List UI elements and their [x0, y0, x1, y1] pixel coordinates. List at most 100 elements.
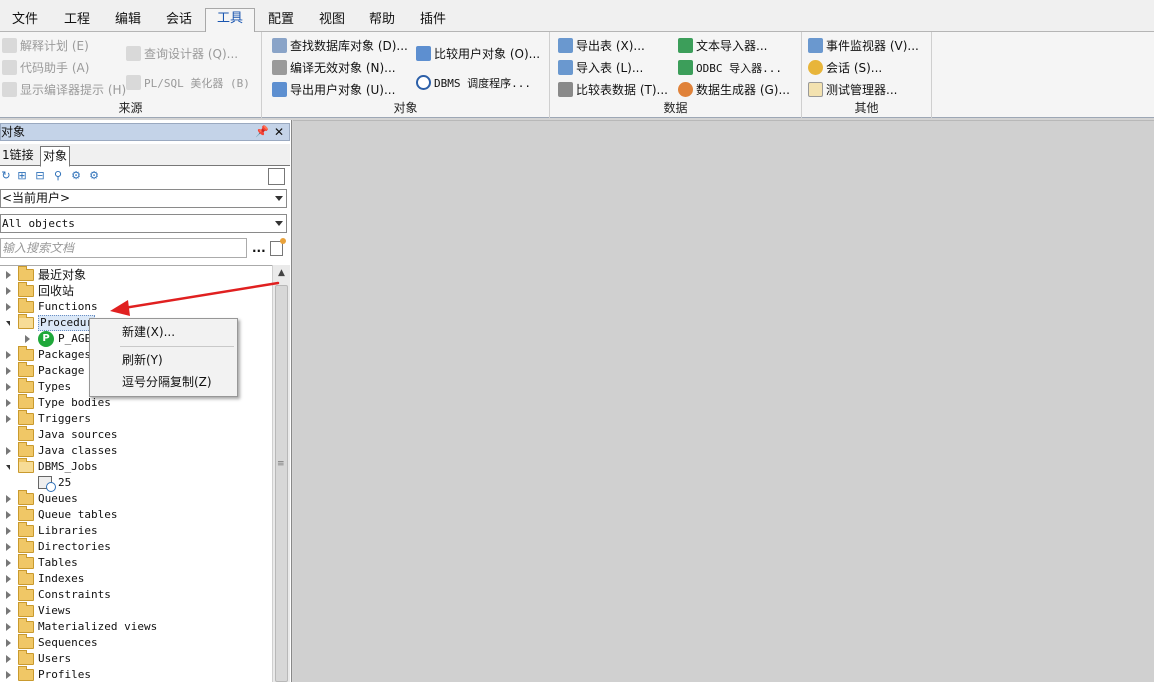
tree-node[interactable]: Constraints [0, 586, 270, 603]
collapse-icon[interactable]: ⊟ [34, 170, 46, 182]
expand-arrow-icon[interactable] [6, 543, 11, 551]
expand-arrow-icon[interactable] [6, 639, 11, 647]
expand-arrow-icon[interactable] [6, 351, 11, 359]
ribbon-group-label-objects: 对象 [393, 101, 418, 115]
expand-arrow-icon[interactable] [6, 447, 11, 455]
tree-node[interactable]: Queues [0, 490, 270, 507]
expand-arrow-icon[interactable] [6, 527, 11, 535]
tree-node[interactable]: 最近对象 [0, 266, 270, 283]
tree-node[interactable]: Sequences [0, 634, 270, 651]
tree-node[interactable]: Indexes [0, 570, 270, 587]
expand-arrow-icon[interactable] [6, 591, 11, 599]
context-menu-copy-comma[interactable]: 逗号分隔复制(Z) [122, 373, 212, 391]
expand-arrow-icon[interactable] [6, 623, 11, 631]
new-document-icon[interactable] [270, 238, 286, 256]
explain-plan-button[interactable]: 解释计划 (E) [2, 36, 89, 56]
folder-icon [18, 298, 34, 313]
find-db-objects-button[interactable]: 查找数据库对象 (D)... [272, 36, 408, 56]
expand-arrow-icon[interactable] [6, 511, 11, 519]
compare-table-data-button[interactable]: 比较表数据 (T)... [558, 80, 668, 100]
import-tables-button[interactable]: 导入表 (L)... [558, 58, 643, 78]
menu-tab-help[interactable]: 帮助 [369, 10, 395, 32]
collapse-arrow-icon[interactable] [6, 321, 10, 326]
find-icon[interactable]: ⚲ [52, 170, 64, 182]
menu-tab-plugins[interactable]: 插件 [420, 10, 446, 32]
menu-tab-tools[interactable]: 工具 [205, 8, 255, 33]
expand-arrow-icon[interactable] [25, 335, 30, 343]
data-generator-button[interactable]: 数据生成器 (G)... [678, 80, 790, 100]
menu-tab-view[interactable]: 视图 [319, 10, 345, 32]
menu-tab-file[interactable]: 文件 [12, 10, 38, 32]
compiler-hints-button[interactable]: 显示编译器提示 (H) [2, 80, 126, 100]
toolbar-checkbox[interactable] [268, 168, 285, 185]
menu-tab-project[interactable]: 工程 [64, 10, 90, 32]
menu-tab-edit[interactable]: 编辑 [115, 10, 141, 32]
test-manager-button[interactable]: 测试管理器... [808, 80, 897, 100]
expand-icon[interactable]: ⊞ [16, 170, 28, 182]
beautifier-button[interactable]: PL/SQL 美化器 (B) [126, 73, 250, 93]
collapse-arrow-icon[interactable] [6, 465, 10, 470]
tree-node[interactable]: Views [0, 602, 270, 619]
object-filter-select[interactable]: All objects [0, 214, 287, 233]
expand-arrow-icon[interactable] [6, 655, 11, 663]
expand-arrow-icon[interactable] [6, 495, 11, 503]
query-designer-button[interactable]: 查询设计器 (Q)... [126, 44, 238, 64]
tree-node[interactable]: Profiles [0, 666, 270, 682]
expand-arrow-icon[interactable] [6, 271, 11, 279]
close-icon[interactable]: ✕ [274, 124, 284, 140]
user-select[interactable]: <当前用户> [0, 189, 287, 208]
scroll-thumb[interactable] [275, 285, 288, 682]
tree-node[interactable]: Directories [0, 538, 270, 555]
sessions-button[interactable]: 会话 (S)... [808, 58, 882, 78]
expand-arrow-icon[interactable] [6, 383, 11, 391]
filter-icon[interactable]: ⚙ [70, 170, 82, 182]
tree-node[interactable]: DBMS_Jobs [0, 458, 270, 475]
odbc-importer-button[interactable]: ODBC 导入器... [678, 58, 782, 78]
search-options-button[interactable]: ... [252, 240, 266, 256]
tree-node[interactable]: Libraries [0, 522, 270, 539]
expand-arrow-icon[interactable] [6, 607, 11, 615]
folder-icon [18, 522, 34, 537]
expand-arrow-icon[interactable] [6, 303, 11, 311]
tree-node[interactable]: Users [0, 650, 270, 667]
tree-node[interactable]: Tables [0, 554, 270, 571]
expand-arrow-icon[interactable] [6, 287, 11, 295]
test-manager-icon [808, 82, 823, 97]
compile-invalid-button[interactable]: 编译无效对象 (N)... [272, 58, 396, 78]
text-importer-button[interactable]: 文本导入器... [678, 36, 767, 56]
search-input[interactable]: 输入搜索文档 [0, 238, 247, 258]
expand-arrow-icon[interactable] [6, 575, 11, 583]
event-monitor-button[interactable]: 事件监视器 (V)... [808, 36, 919, 56]
context-menu-new[interactable]: 新建(X)... [122, 323, 175, 341]
tree-node[interactable]: 回收站 [0, 282, 270, 299]
expand-arrow-icon[interactable] [6, 399, 11, 407]
dbms-scheduler-button[interactable]: DBMS 调度程序... [416, 73, 531, 93]
tree-node[interactable]: Java classes [0, 442, 270, 459]
refresh-icon[interactable]: ↻ [0, 170, 12, 182]
code-assistant-button[interactable]: 代码助手 (A) [2, 58, 89, 78]
export-tables-button[interactable]: 导出表 (X)... [558, 36, 645, 56]
filter-edit-icon[interactable]: ⚙ [88, 170, 100, 182]
tree-node[interactable]: Type bodies [0, 394, 270, 411]
expand-arrow-icon[interactable] [6, 367, 11, 375]
context-menu-refresh[interactable]: 刷新(Y) [122, 351, 163, 369]
tree-node[interactable]: Functions [0, 298, 270, 315]
tree-node[interactable]: Triggers [0, 410, 270, 427]
tab-connections[interactable]: 1链接 [0, 146, 36, 166]
expand-arrow-icon[interactable] [6, 415, 11, 423]
menu-tab-session[interactable]: 会话 [166, 10, 192, 32]
tree-node[interactable]: Queue tables [0, 506, 270, 523]
tree-scrollbar[interactable]: ▲ ≡ [272, 265, 290, 682]
expand-arrow-icon[interactable] [6, 671, 11, 679]
tree-node[interactable]: Java sources [0, 426, 270, 443]
expand-arrow-icon[interactable] [6, 559, 11, 567]
main-workspace[interactable] [293, 120, 1154, 682]
tree-node[interactable]: 25 [0, 475, 270, 492]
export-user-objects-button[interactable]: 导出用户对象 (U)... [272, 80, 395, 100]
scroll-up-icon[interactable]: ▲ [273, 265, 290, 282]
compare-user-objects-button[interactable]: 比较用户对象 (O)... [416, 44, 540, 64]
tree-node[interactable]: Materialized views [0, 618, 270, 635]
menu-tab-configure[interactable]: 配置 [268, 10, 294, 32]
tab-objects[interactable]: 对象 [40, 146, 71, 167]
pin-icon[interactable]: 📌 [255, 124, 269, 140]
